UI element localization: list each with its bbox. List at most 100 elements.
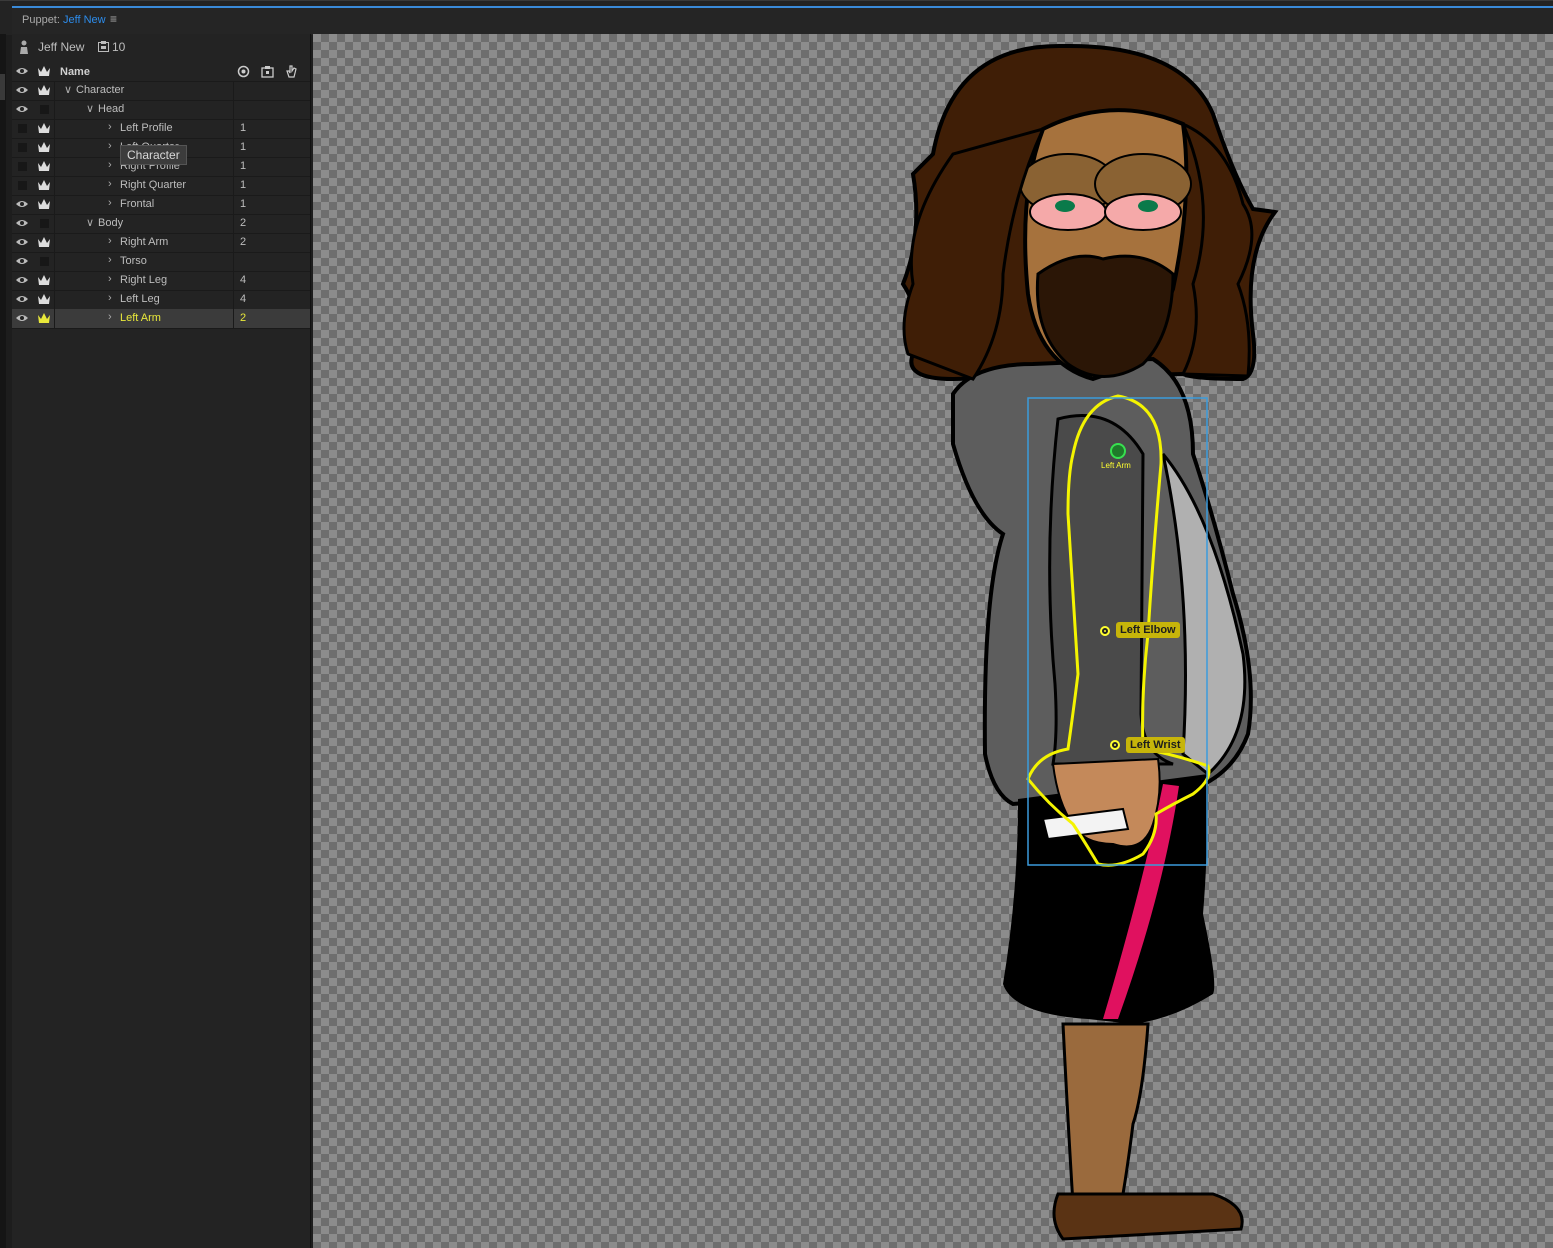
layer-label: Left Arm: [120, 312, 161, 324]
layer-row[interactable]: › Left Leg 4: [12, 290, 310, 310]
left-wrist-handle[interactable]: [1110, 740, 1120, 750]
column-separator: [233, 252, 234, 271]
column-separator: [54, 195, 55, 214]
crown-icon[interactable]: [38, 236, 50, 248]
layer-label: Right Leg: [120, 274, 168, 286]
chevron-right-icon[interactable]: ›: [108, 311, 112, 323]
hamburger-icon[interactable]: ≡: [110, 12, 117, 26]
layer-row[interactable]: › Right Leg 4: [12, 271, 310, 291]
layer-label: Body: [98, 217, 124, 229]
scene-canvas[interactable]: Left Arm Left Elbow Left Wrist: [313, 34, 1553, 1248]
layer-row[interactable]: › Left Profile 1: [12, 119, 310, 139]
tab-title: Puppet: Jeff New: [22, 14, 106, 26]
visibility-eye-icon[interactable]: [16, 274, 28, 286]
chevron-right-icon[interactable]: ›: [108, 197, 112, 209]
layer-row[interactable]: ∨ Body 2: [12, 214, 310, 234]
visibility-eye-icon[interactable]: [16, 217, 28, 229]
layer-row[interactable]: › Frontal 1: [12, 195, 310, 215]
visibility-off-swatch[interactable]: [18, 124, 27, 133]
character-artwork[interactable]: [313, 34, 1553, 1248]
chevron-right-icon[interactable]: ›: [108, 121, 112, 133]
visibility-column-icon[interactable]: [16, 65, 28, 77]
crown-icon[interactable]: [38, 160, 50, 172]
chevron-right-icon[interactable]: ›: [108, 178, 112, 190]
layer-row[interactable]: › Right Quarter 1: [12, 176, 310, 196]
layers-column-icon[interactable]: [261, 65, 274, 78]
chevron-right-icon[interactable]: ›: [108, 273, 112, 285]
foot: [1052, 1192, 1244, 1241]
visibility-eye-icon[interactable]: [16, 84, 28, 96]
layer-row[interactable]: › Right Arm 2: [12, 233, 310, 253]
visibility-off-swatch[interactable]: [18, 181, 27, 190]
origin-column-icon[interactable]: [237, 65, 250, 78]
chevron-right-icon[interactable]: ›: [108, 159, 112, 171]
tooltip: Character: [120, 145, 187, 165]
chevron-down-icon[interactable]: ∨: [86, 102, 94, 115]
layer-row[interactable]: › Torso: [12, 252, 310, 272]
leg: [1061, 1022, 1150, 1206]
column-separator: [54, 214, 55, 233]
visibility-eye-icon[interactable]: [16, 236, 28, 248]
left-elbow-tag[interactable]: Left Elbow: [1116, 622, 1180, 638]
visibility-off-swatch[interactable]: [18, 143, 27, 152]
crown-off-swatch[interactable]: [40, 105, 49, 114]
chevron-right-icon[interactable]: ›: [108, 140, 112, 152]
crown-icon[interactable]: [38, 84, 50, 96]
layer-count: 4: [240, 274, 247, 286]
chevron-down-icon[interactable]: ∨: [86, 216, 94, 229]
column-header-row: Name: [12, 62, 310, 82]
right-iris: [1138, 200, 1158, 212]
column-separator: [233, 176, 234, 195]
column-separator: [233, 195, 234, 214]
visibility-eye-icon[interactable]: [16, 198, 28, 210]
layer-count: 1: [240, 122, 247, 134]
column-separator: [54, 81, 55, 100]
column-separator: [54, 138, 55, 157]
chevron-right-icon[interactable]: ›: [108, 292, 112, 304]
column-separator: [233, 233, 234, 252]
name-column-header[interactable]: Name: [60, 66, 90, 78]
left-elbow-handle[interactable]: [1100, 626, 1110, 636]
column-separator: [233, 119, 234, 138]
column-separator: [233, 138, 234, 157]
layer-label: Right Arm: [120, 236, 169, 248]
crown-column-icon[interactable]: [38, 65, 50, 77]
crown-icon[interactable]: [38, 141, 50, 153]
visibility-off-swatch[interactable]: [18, 162, 27, 171]
chevron-right-icon[interactable]: ›: [108, 235, 112, 247]
layer-count: 1: [240, 141, 247, 153]
crown-icon[interactable]: [38, 122, 50, 134]
puppet-icon: [20, 40, 28, 54]
crown-off-swatch[interactable]: [40, 257, 49, 266]
panel-tab-bar: Puppet: Jeff New ≡: [0, 0, 1553, 35]
visibility-eye-icon[interactable]: [16, 293, 28, 305]
column-separator: [233, 157, 234, 176]
layer-row[interactable]: › Left Arm 2: [12, 309, 310, 329]
left-wrist-tag[interactable]: Left Wrist: [1126, 737, 1185, 753]
visibility-eye-icon[interactable]: [16, 103, 28, 115]
column-separator: [233, 100, 234, 119]
layer-row[interactable]: ∨ Character: [12, 81, 310, 101]
hand-column-icon[interactable]: [285, 65, 298, 78]
layer-label: Frontal: [120, 198, 155, 210]
puppet-panel-tab[interactable]: Puppet: Jeff New ≡: [12, 6, 1553, 34]
crown-icon[interactable]: [38, 198, 50, 210]
column-separator: [54, 290, 55, 309]
visibility-eye-icon[interactable]: [16, 312, 28, 324]
crown-icon[interactable]: [38, 274, 50, 286]
crown-icon[interactable]: [38, 312, 50, 324]
crown-icon[interactable]: [38, 293, 50, 305]
layers-icon: [98, 41, 109, 52]
crown-off-swatch[interactable]: [40, 219, 49, 228]
origin-handle-label: Left Arm: [1101, 461, 1131, 470]
puppet-header: Jeff New 10: [12, 34, 310, 62]
chevron-down-icon[interactable]: ∨: [64, 83, 72, 96]
visibility-eye-icon[interactable]: [16, 255, 28, 267]
crown-icon[interactable]: [38, 179, 50, 191]
chevron-right-icon[interactable]: ›: [108, 254, 112, 266]
layer-row[interactable]: ∨ Head: [12, 100, 310, 120]
origin-handle[interactable]: [1110, 443, 1126, 459]
left-gutter: [0, 34, 6, 1248]
column-separator: [54, 309, 55, 328]
layer-label: Left Profile: [120, 122, 173, 134]
